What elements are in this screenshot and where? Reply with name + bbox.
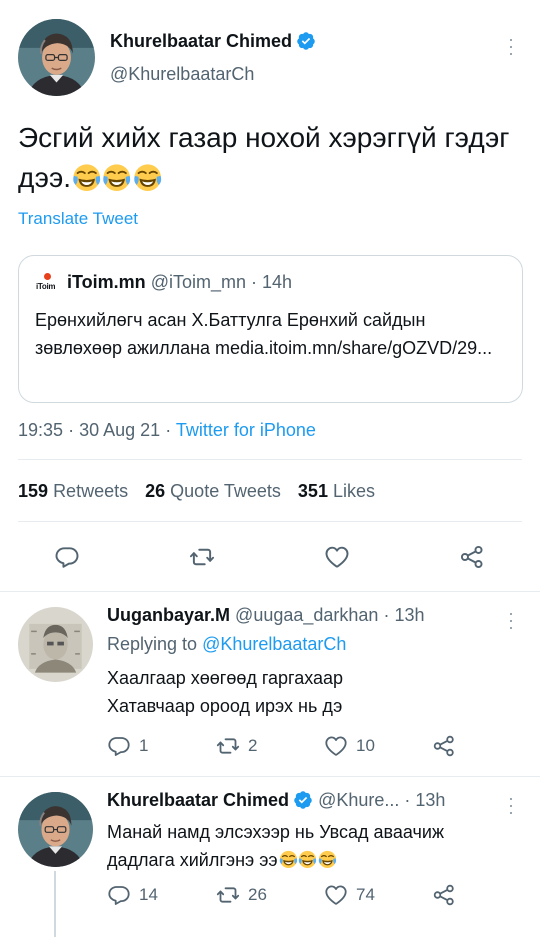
- reply-text-line: Манай намд элсэхээр нь Увсад аваачиж: [107, 822, 444, 842]
- itoim-logo-text: iToim: [36, 282, 56, 291]
- reply-icon: [54, 544, 80, 570]
- retweet-button[interactable]: 26: [216, 883, 267, 907]
- reply-author-handle[interactable]: @uugaa_darkhan: [235, 605, 378, 625]
- more-options-icon[interactable]: · · ·: [507, 789, 515, 821]
- like-icon: [324, 883, 348, 907]
- thread-line: [54, 871, 56, 937]
- likes-label: Likes: [332, 481, 376, 501]
- quotes-count: 26: [145, 481, 166, 501]
- reply-text-line-2: дадлага хийлгэнэ ээ: [107, 846, 444, 874]
- reply-author-avatar[interactable]: [18, 792, 93, 867]
- reply-separator: ·: [404, 790, 411, 810]
- quoted-author-handle: @iToim_mn: [150, 272, 246, 292]
- quoted-author-logo: iToim: [35, 273, 61, 295]
- avatar-image: [18, 19, 95, 96]
- verified-badge-icon: [293, 790, 313, 810]
- reply-button[interactable]: 1: [107, 734, 148, 758]
- reply-separator: ·: [383, 605, 390, 625]
- reply-count: 1: [139, 736, 149, 755]
- timestamp-separator: ·: [68, 420, 75, 440]
- reply-icon: [107, 883, 131, 907]
- tweet-stats: 159 Retweets 26 Quote Tweets 351 Likes: [18, 481, 375, 502]
- itoim-logo-dot-icon: [44, 273, 51, 280]
- reply-icon: [107, 734, 131, 758]
- reply-tweet[interactable]: Khurelbaatar Chimed @Khure... · 13h · · · …: [0, 777, 540, 937]
- tweet-timestamp: 19:35 · 30 Aug 21 · Twitter for iPhone: [18, 420, 316, 441]
- likes-count: 351: [297, 481, 328, 501]
- reply-age[interactable]: 13h: [415, 790, 445, 810]
- quotes-label: Quote Tweets: [170, 481, 281, 501]
- retweet-button[interactable]: 2: [216, 734, 257, 758]
- reply-author-handle[interactable]: @Khure...: [318, 790, 399, 810]
- reply-count: 14: [139, 885, 158, 904]
- avatar-image: [18, 792, 93, 867]
- reply-age[interactable]: 13h: [394, 605, 424, 625]
- more-options-icon[interactable]: · · ·: [507, 30, 515, 62]
- likes-stat[interactable]: 351 Likes: [298, 481, 375, 501]
- reply-text: Хаалгаар хөөгөөд гаргахаар Хатавчаар оро…: [107, 664, 343, 720]
- reply-author-name[interactable]: Khurelbaatar Chimed: [107, 790, 289, 810]
- retweets-label: Retweets: [53, 481, 129, 501]
- like-button[interactable]: 10: [324, 734, 375, 758]
- like-icon: [324, 544, 350, 570]
- retweet-button[interactable]: [189, 544, 215, 570]
- share-icon: [432, 734, 456, 758]
- share-button[interactable]: [432, 883, 456, 907]
- more-options-icon[interactable]: · · ·: [507, 604, 515, 636]
- divider: [18, 459, 522, 460]
- tweet-text: Эсгий хийх газар нохой хэрэггүй гэдэг дэ…: [18, 118, 518, 198]
- quoted-author-name: iToim.mn: [67, 272, 146, 292]
- replying-to-handle[interactable]: @KhurelbaatarCh: [202, 634, 346, 654]
- retweet-icon: [216, 883, 240, 907]
- like-count: 74: [356, 885, 375, 904]
- author-name[interactable]: Khurelbaatar Chimed: [110, 31, 292, 51]
- like-count: 10: [356, 736, 375, 755]
- author-handle[interactable]: @KhurelbaatarCh: [110, 64, 254, 85]
- joy-emoji-icon: [298, 850, 317, 869]
- joy-emoji-icon: [318, 850, 337, 869]
- tweet-source-link[interactable]: Twitter for iPhone: [176, 420, 316, 440]
- retweets-count: 159: [18, 481, 49, 501]
- joy-emoji-icon: [72, 163, 101, 192]
- timestamp-separator: ·: [165, 420, 172, 440]
- like-button[interactable]: 74: [324, 883, 375, 907]
- share-icon: [459, 544, 485, 570]
- share-button[interactable]: [459, 544, 485, 570]
- author-avatar[interactable]: [18, 19, 95, 96]
- reply-text-line: Хаалгаар хөөгөөд гаргахаар: [107, 668, 344, 688]
- quotes-stat[interactable]: 26 Quote Tweets: [145, 481, 281, 501]
- tweet-date[interactable]: 30 Aug 21: [79, 420, 160, 440]
- reply-tweet[interactable]: Uuganbayar.M @uugaa_darkhan · 13h · · · Re…: [0, 592, 540, 776]
- share-button[interactable]: [432, 734, 456, 758]
- reply-author-name[interactable]: Uuganbayar.M: [107, 605, 230, 625]
- reply-text-body: дадлага хийлгэнэ ээ: [107, 850, 278, 870]
- verified-badge-icon: [296, 31, 316, 51]
- translate-tweet-link[interactable]: Translate Tweet: [18, 209, 138, 229]
- joy-emoji-icon: [102, 163, 131, 192]
- retweets-stat[interactable]: 159 Retweets: [18, 481, 128, 501]
- divider: [18, 521, 522, 522]
- retweet-count: 2: [248, 736, 258, 755]
- like-icon: [324, 734, 348, 758]
- reply-author-avatar[interactable]: [18, 607, 93, 682]
- reply-text: Манай намд элсэхээр нь Увсад аваачиж дад…: [107, 818, 444, 874]
- quoted-text: Ерөнхийлөгч асан Х.Баттулга Ерөнхий сайд…: [35, 310, 493, 358]
- reply-button[interactable]: 14: [107, 883, 158, 907]
- joy-emoji-icon: [133, 163, 162, 192]
- replying-to-label: Replying to: [107, 634, 198, 654]
- retweet-icon: [216, 734, 240, 758]
- retweet-count: 26: [248, 885, 267, 904]
- joy-emoji-icon: [279, 850, 298, 869]
- reply-text-line: Хатавчаар ороод ирэх нь дэ: [107, 696, 343, 716]
- tweet-time[interactable]: 19:35: [18, 420, 63, 440]
- retweet-icon: [189, 544, 215, 570]
- share-icon: [432, 883, 456, 907]
- quoted-age: 14h: [262, 272, 293, 292]
- avatar-image: [18, 607, 93, 682]
- reply-button[interactable]: [54, 544, 80, 570]
- quoted-tweet-card[interactable]: iToim iToim.mn @iToim_mn · 14h Ерөнхийлө…: [18, 255, 523, 403]
- like-button[interactable]: [324, 544, 350, 570]
- quoted-separator: ·: [251, 272, 257, 292]
